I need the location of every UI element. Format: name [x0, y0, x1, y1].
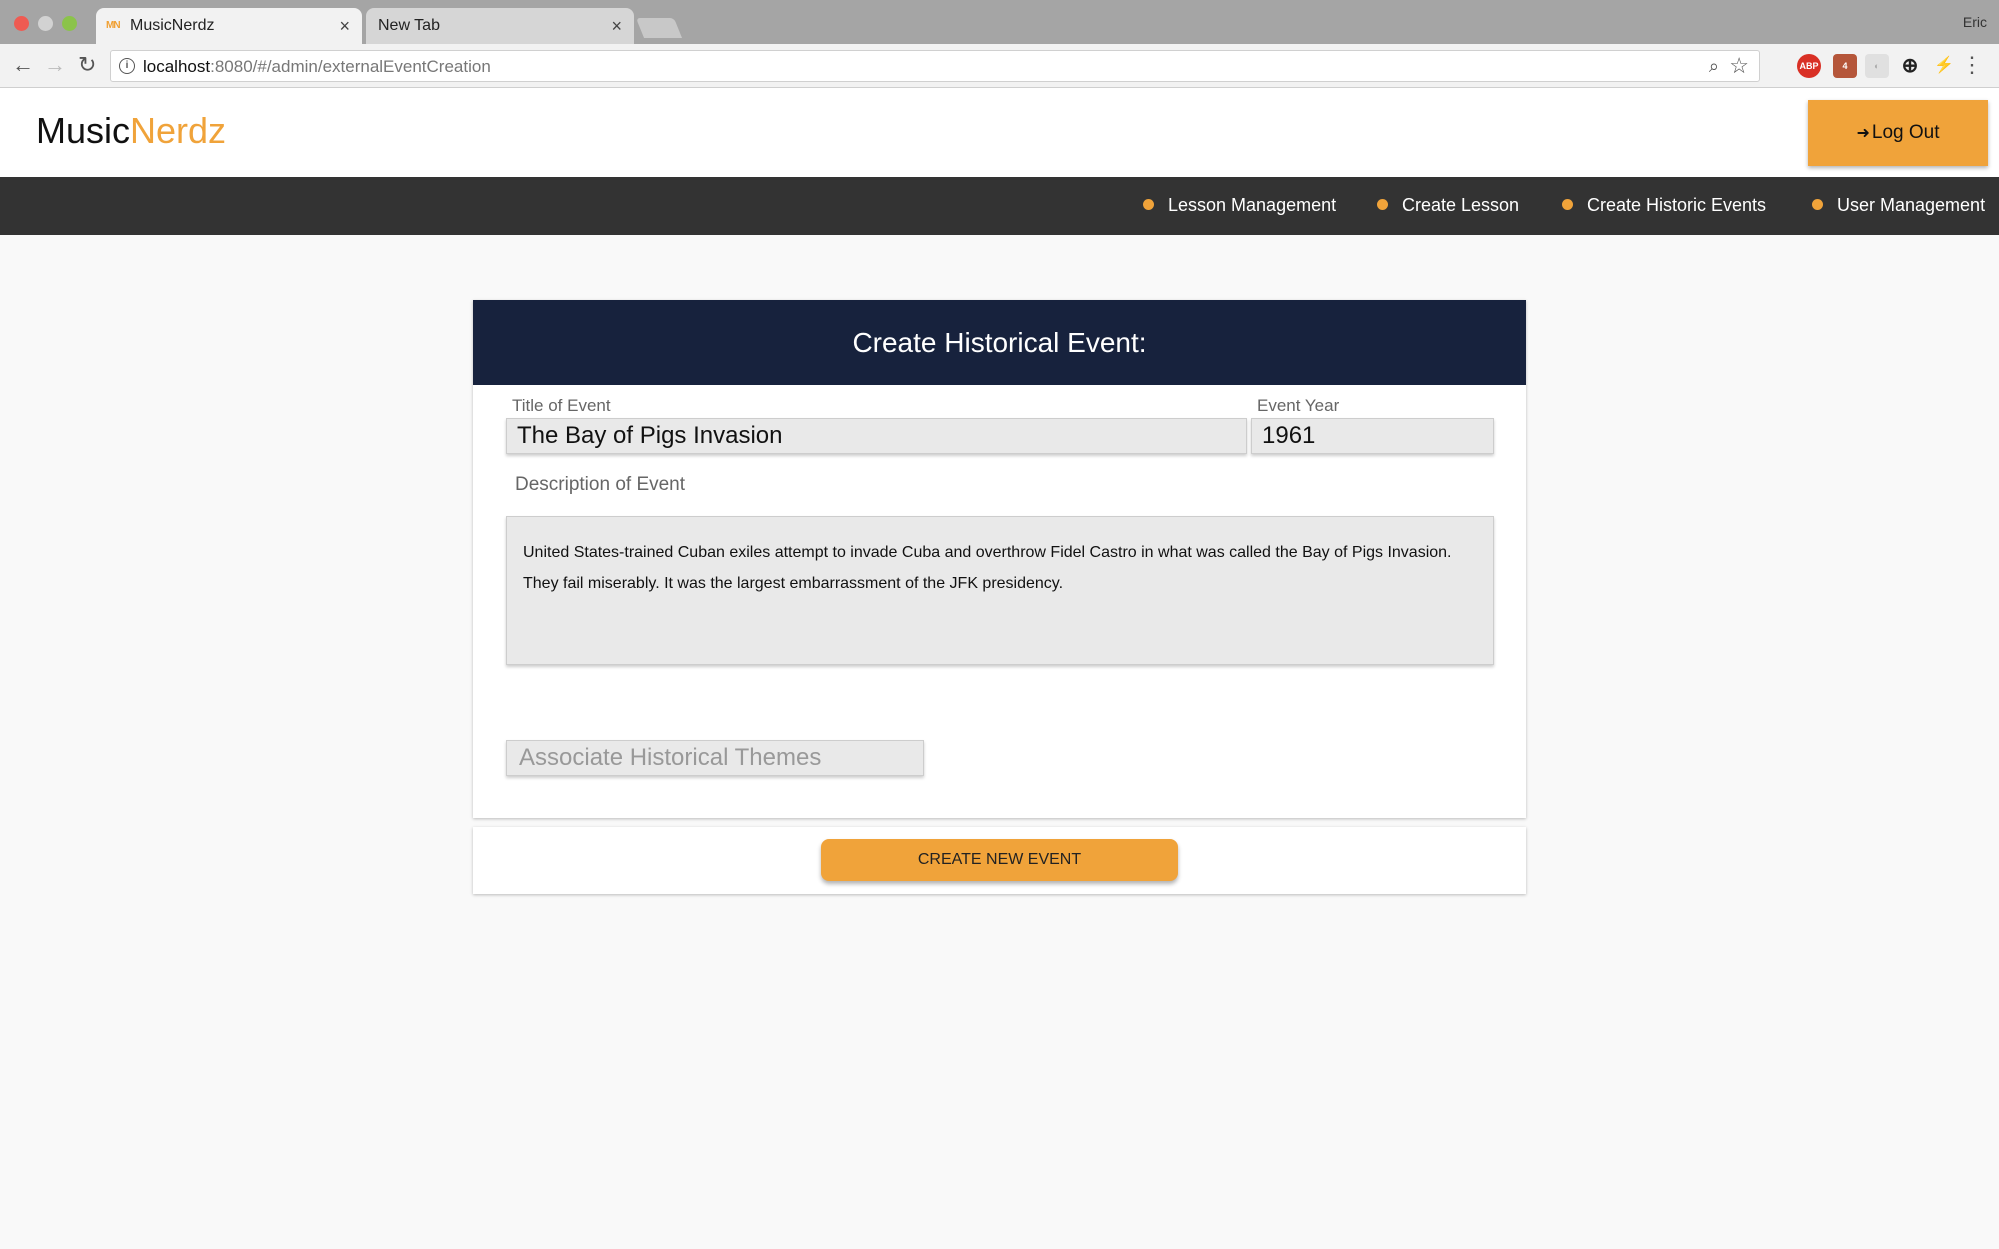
maximize-window-button[interactable]: [62, 16, 77, 31]
magnifier-extension-icon[interactable]: ⊕: [1898, 54, 1922, 78]
reload-icon[interactable]: ↻: [78, 52, 96, 78]
bullet-icon: [1143, 198, 1154, 210]
disabled-extension-icon[interactable]: ◐: [1865, 54, 1889, 78]
info-icon[interactable]: i: [119, 58, 135, 74]
app-header: MusicNerdz ➜ Log Out: [0, 88, 1999, 177]
sign-out-icon: ➜: [1856, 125, 1870, 142]
nav-item-lesson-management[interactable]: Lesson Management: [1143, 195, 1336, 216]
create-event-card: Create Historical Event: Title of Event …: [473, 300, 1526, 818]
nav-item-create-historic-events[interactable]: Create Historic Events: [1562, 195, 1766, 216]
event-year-input[interactable]: 1961: [1251, 418, 1494, 454]
close-tab-icon[interactable]: ×: [339, 16, 350, 37]
historical-themes-input[interactable]: Associate Historical Themes: [506, 740, 924, 776]
tab-title: MusicNerdz: [130, 17, 215, 34]
forward-arrow-icon[interactable]: →: [44, 52, 66, 78]
bullet-icon: [1812, 198, 1823, 210]
browser-tab-musicnerdz[interactable]: MN MusicNerdz ×: [96, 8, 362, 44]
adblock-extension-icon[interactable]: ABP: [1797, 54, 1821, 78]
tab-title: New Tab: [378, 17, 440, 34]
address-bar[interactable]: i localhost:8080/#/admin/externalEventCr…: [110, 50, 1760, 82]
bullet-icon: [1377, 198, 1388, 210]
event-title-input[interactable]: The Bay of Pigs Invasion: [506, 418, 1247, 454]
card-title: Create Historical Event:: [473, 300, 1526, 385]
close-tab-icon[interactable]: ×: [611, 16, 622, 37]
minimize-window-button[interactable]: [38, 16, 53, 31]
nav-item-user-management[interactable]: User Management: [1812, 195, 1985, 216]
musicnerdz-logo[interactable]: MusicNerdz: [36, 110, 226, 152]
profile-name[interactable]: Eric: [1963, 14, 1987, 30]
browser-tab-strip: MN MusicNerdz × New Tab × Eric: [0, 0, 1999, 44]
musicnerdz-favicon-icon: MN: [106, 20, 121, 31]
back-arrow-icon[interactable]: ←: [12, 52, 34, 78]
notification-extension-icon[interactable]: ⚡: [1932, 54, 1956, 78]
description-label: Description of Event: [515, 474, 686, 495]
log-out-button[interactable]: ➜ Log Out: [1808, 100, 1988, 166]
close-window-button[interactable]: [14, 16, 29, 31]
browser-toolbar: ← → ↻ i localhost:8080/#/admin/externalE…: [0, 44, 1999, 88]
nav-item-create-lesson[interactable]: Create Lesson: [1377, 195, 1519, 216]
create-new-event-button[interactable]: CREATE NEW EVENT: [821, 839, 1178, 881]
calendar-extension-icon[interactable]: 4: [1833, 54, 1857, 78]
actions-card: CREATE NEW EVENT: [473, 827, 1526, 894]
title-of-event-label: Title of Event: [512, 396, 611, 415]
new-tab-button[interactable]: [635, 18, 683, 38]
url-text: localhost:8080/#/admin/externalEventCrea…: [143, 57, 491, 76]
event-year-label: Event Year: [1257, 396, 1340, 415]
event-description-textarea[interactable]: United States-trained Cuban exiles attem…: [506, 516, 1494, 665]
bullet-icon: [1562, 198, 1573, 210]
zoom-icon[interactable]: ⌕: [1709, 56, 1719, 77]
bookmark-star-icon[interactable]: ☆: [1729, 53, 1749, 79]
main-navbar: Lesson Management Create Lesson Create H…: [0, 177, 1999, 235]
browser-menu-icon[interactable]: ⋮: [1961, 52, 1983, 78]
browser-tab-new-tab[interactable]: New Tab ×: [366, 8, 634, 44]
